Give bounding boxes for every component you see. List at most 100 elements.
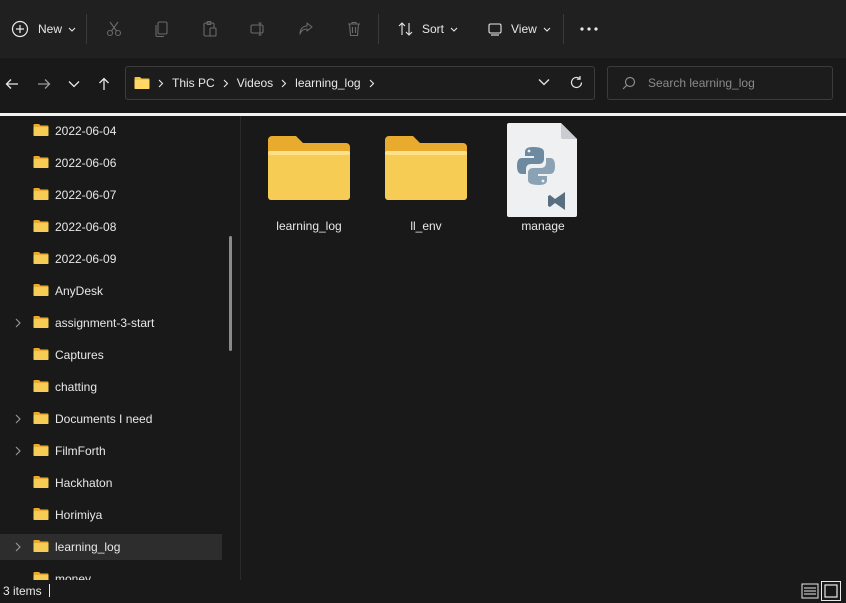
cut-icon[interactable] bbox=[100, 15, 128, 43]
search-icon bbox=[622, 76, 636, 90]
breadcrumb-learning-log[interactable]: learning_log bbox=[295, 76, 360, 90]
new-label: New bbox=[38, 22, 63, 36]
sidebar-item-learning-log[interactable]: learning_log bbox=[0, 534, 222, 560]
folder-icon bbox=[33, 507, 49, 524]
address-bar[interactable]: This PC Videos learning_log bbox=[125, 66, 595, 100]
folder-icon bbox=[33, 571, 49, 580]
folder-icon bbox=[33, 251, 49, 268]
chevron-right-icon bbox=[369, 79, 375, 88]
chevron-down-icon bbox=[450, 22, 458, 36]
sort-icon bbox=[392, 15, 420, 43]
breadcrumb-this-pc[interactable]: This PC bbox=[172, 76, 215, 90]
sidebar-item-horimiya[interactable]: Horimiya bbox=[0, 502, 222, 528]
navigation-pane: 2022-06-04 2022-06-06 2022-06-07 2022-06-08… bbox=[0, 116, 240, 580]
copy-icon[interactable] bbox=[148, 15, 176, 43]
sidebar-item-label: learning_log bbox=[55, 540, 121, 554]
status-bar: 3 items bbox=[0, 580, 846, 603]
file-name: learning_log bbox=[276, 219, 342, 233]
sidebar-item-label: money bbox=[55, 572, 92, 580]
sidebar-item-money[interactable]: money bbox=[0, 566, 222, 580]
expand-chevron-icon[interactable] bbox=[12, 541, 24, 553]
view-button[interactable]: View bbox=[481, 12, 551, 46]
sidebar-item-label: assignment-3-start bbox=[55, 316, 155, 330]
status-separator bbox=[49, 584, 50, 597]
sidebar-item-2022-06-09[interactable]: 2022-06-09 bbox=[0, 246, 222, 272]
expand-chevron-icon[interactable] bbox=[12, 317, 24, 329]
chevron-down-icon bbox=[543, 22, 551, 36]
sidebar-item-label: Documents I need bbox=[55, 412, 153, 426]
folder-icon bbox=[33, 443, 49, 460]
folder-icon bbox=[33, 315, 49, 332]
sidebar-item-2022-06-04[interactable]: 2022-06-04 bbox=[0, 118, 222, 144]
folder-icon bbox=[266, 134, 352, 205]
details-view-icon[interactable] bbox=[801, 582, 819, 600]
view-icon bbox=[481, 15, 509, 43]
sidebar-item-2022-06-07[interactable]: 2022-06-07 bbox=[0, 182, 222, 208]
sidebar-item-label: 2022-06-08 bbox=[55, 220, 117, 234]
recent-locations-chevron-icon[interactable] bbox=[62, 72, 86, 96]
sidebar-item-label: 2022-06-04 bbox=[55, 124, 117, 138]
folder-icon bbox=[33, 123, 49, 140]
toolbar-separator bbox=[378, 14, 379, 44]
sidebar-item-label: 2022-06-06 bbox=[55, 156, 117, 170]
back-arrow-icon[interactable] bbox=[0, 72, 24, 96]
paste-icon[interactable] bbox=[196, 15, 224, 43]
folder-icon bbox=[33, 475, 49, 492]
sidebar-item-label: FilmForth bbox=[55, 444, 106, 458]
view-label: View bbox=[511, 22, 537, 36]
forward-arrow-icon[interactable] bbox=[32, 72, 56, 96]
folder-icon bbox=[33, 283, 49, 300]
chevron-right-icon bbox=[158, 79, 164, 88]
sidebar-item-label: Hackhaton bbox=[55, 476, 113, 490]
breadcrumb-videos[interactable]: Videos bbox=[237, 76, 273, 90]
up-arrow-icon[interactable] bbox=[92, 72, 116, 96]
sidebar-item-captures[interactable]: Captures bbox=[0, 342, 222, 368]
file-list-area: learning_log ll_env manage bbox=[241, 116, 846, 580]
search-placeholder: Search learning_log bbox=[648, 76, 755, 90]
sidebar-item-label: Horimiya bbox=[55, 508, 103, 522]
sidebar-item-documents-i-need[interactable]: Documents I need bbox=[0, 406, 222, 432]
expand-chevron-icon[interactable] bbox=[12, 413, 24, 425]
folder-icon bbox=[33, 379, 49, 396]
sidebar-item-label: Captures bbox=[55, 348, 104, 362]
address-history-chevron-icon[interactable] bbox=[538, 78, 550, 86]
sidebar-item-anydesk[interactable]: AnyDesk bbox=[0, 278, 222, 304]
sidebar-scrollbar[interactable] bbox=[229, 236, 232, 351]
folder-icon bbox=[33, 347, 49, 364]
folder-icon bbox=[33, 187, 49, 204]
sort-button[interactable]: Sort bbox=[392, 12, 458, 46]
sidebar-item-filmforth[interactable]: FilmForth bbox=[0, 438, 222, 464]
file-tile-learning-log[interactable]: learning_log bbox=[257, 126, 361, 238]
sidebar-item-assignment-3-start[interactable]: assignment-3-start bbox=[0, 310, 222, 336]
delete-icon[interactable] bbox=[340, 15, 368, 43]
search-field[interactable]: Search learning_log bbox=[607, 66, 833, 100]
sidebar-item-2022-06-06[interactable]: 2022-06-06 bbox=[0, 150, 222, 176]
expand-chevron-icon[interactable] bbox=[12, 445, 24, 457]
folder-icon bbox=[33, 155, 49, 172]
sidebar-item-2022-06-08[interactable]: 2022-06-08 bbox=[0, 214, 222, 240]
more-options-icon[interactable] bbox=[575, 15, 603, 43]
command-bar: New Sort View bbox=[0, 0, 846, 58]
sidebar-item-label: 2022-06-07 bbox=[55, 188, 117, 202]
toolbar-separator bbox=[86, 14, 87, 44]
folder-icon bbox=[134, 76, 150, 90]
refresh-icon[interactable] bbox=[569, 75, 584, 90]
file-name: ll_env bbox=[410, 219, 442, 233]
folder-icon bbox=[33, 539, 49, 556]
sort-label: Sort bbox=[422, 22, 445, 36]
large-icons-view-icon[interactable] bbox=[821, 581, 841, 601]
file-tile-ll-env[interactable]: ll_env bbox=[374, 126, 478, 238]
sidebar-item-chatting[interactable]: chatting bbox=[0, 374, 222, 400]
sidebar-item-label: AnyDesk bbox=[55, 284, 104, 298]
sidebar-item-hackhaton[interactable]: Hackhaton bbox=[0, 470, 222, 496]
chevron-right-icon bbox=[281, 79, 287, 88]
python-file-icon bbox=[507, 123, 577, 220]
file-tile-manage[interactable]: manage bbox=[491, 122, 595, 238]
rename-icon[interactable] bbox=[244, 15, 272, 43]
sidebar-item-label: 2022-06-09 bbox=[55, 252, 117, 266]
folder-icon bbox=[33, 411, 49, 428]
share-icon[interactable] bbox=[292, 15, 320, 43]
chevron-right-icon bbox=[223, 79, 229, 88]
new-button[interactable]: New bbox=[6, 12, 76, 46]
folder-icon bbox=[383, 134, 469, 205]
